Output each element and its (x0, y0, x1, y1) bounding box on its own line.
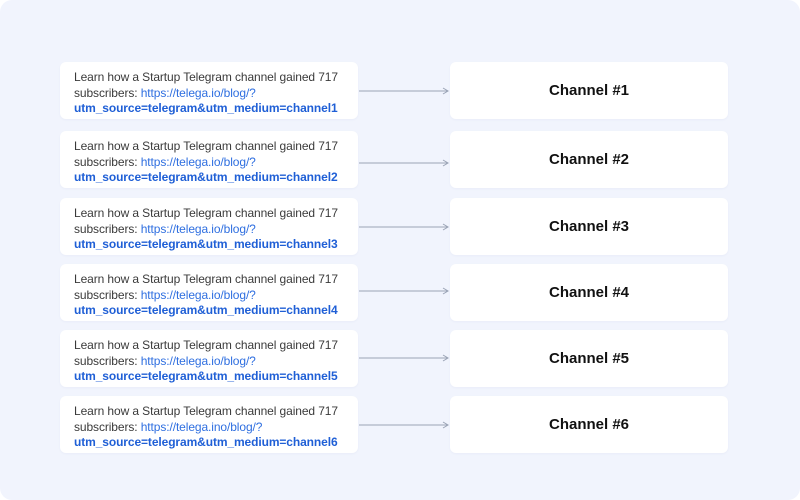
channel-card-2: Channel #2 (450, 131, 728, 188)
post-text: Learn how a Startup Telegram channel gai… (74, 272, 338, 286)
post-text-prefix: subscribers: (74, 154, 141, 169)
post-text-prefix: subscribers: (74, 287, 141, 302)
post-link[interactable]: https://telega.io/blog/? (141, 86, 256, 100)
diagram-canvas: Learn how a Startup Telegram channel gai… (0, 0, 800, 500)
channel-card-5: Channel #5 (450, 330, 728, 387)
post-link[interactable]: https://telega.io/blog/? (141, 155, 256, 169)
post-card-6: Learn how a Startup Telegram channel gai… (60, 396, 358, 453)
channel-label: Channel #2 (548, 151, 630, 168)
channel-label: Channel #4 (548, 284, 630, 301)
post-card-4: Learn how a Startup Telegram channel gai… (60, 264, 358, 321)
post-text: Learn how a Startup Telegram channel gai… (74, 338, 338, 352)
post-link-params[interactable]: utm_source=telegram&utm_medium=channel5 (74, 369, 350, 385)
arrow-3 (359, 222, 450, 232)
channel-label: Channel #1 (548, 82, 630, 99)
arrow-4 (359, 286, 450, 296)
post-text-prefix: subscribers: (74, 353, 141, 368)
arrow-right-icon (359, 354, 449, 362)
post-text: Learn how a Startup Telegram channel gai… (74, 206, 338, 220)
post-link[interactable]: https://telega.io/blog/? (141, 222, 256, 236)
arrow-right-icon (359, 159, 449, 167)
channel-card-4: Channel #4 (450, 264, 728, 321)
arrow-right-icon (359, 421, 449, 429)
post-link-params[interactable]: utm_source=telegram&utm_medium=channel2 (74, 170, 350, 186)
arrow-right-icon (359, 287, 449, 295)
post-link[interactable]: https://telega.ino/blog/? (141, 420, 263, 434)
arrow-5 (359, 353, 450, 363)
post-card-3: Learn how a Startup Telegram channel gai… (60, 198, 358, 255)
channel-card-1: Channel #1 (450, 62, 728, 119)
post-text-prefix: subscribers: (74, 85, 141, 100)
arrow-right-icon (359, 87, 449, 95)
arrow-2 (359, 158, 450, 168)
arrow-right-icon (359, 223, 449, 231)
channel-label: Channel #3 (548, 218, 630, 235)
post-text: Learn how a Startup Telegram channel gai… (74, 70, 338, 84)
channel-card-6: Channel #6 (450, 396, 728, 453)
channel-label: Channel #5 (548, 350, 630, 367)
post-card-2: Learn how a Startup Telegram channel gai… (60, 131, 358, 188)
channel-label: Channel #6 (548, 416, 630, 433)
post-link-params[interactable]: utm_source=telegram&utm_medium=channel4 (74, 303, 350, 319)
post-link[interactable]: https://telega.io/blog/? (141, 288, 256, 302)
arrow-1 (359, 86, 450, 96)
post-text-prefix: subscribers: (74, 221, 141, 236)
post-link[interactable]: https://telega.io/blog/? (141, 354, 256, 368)
post-text: Learn how a Startup Telegram channel gai… (74, 404, 338, 418)
arrow-6 (359, 420, 450, 430)
post-card-1: Learn how a Startup Telegram channel gai… (60, 62, 358, 119)
post-text-prefix: subscribers: (74, 419, 141, 434)
post-link-params[interactable]: utm_source=telegram&utm_medium=channel6 (74, 435, 350, 451)
post-link-params[interactable]: utm_source=telegram&utm_medium=channel3 (74, 237, 350, 253)
post-text: Learn how a Startup Telegram channel gai… (74, 139, 338, 153)
post-card-5: Learn how a Startup Telegram channel gai… (60, 330, 358, 387)
channel-card-3: Channel #3 (450, 198, 728, 255)
post-link-params[interactable]: utm_source=telegram&utm_medium=channel1 (74, 101, 350, 117)
